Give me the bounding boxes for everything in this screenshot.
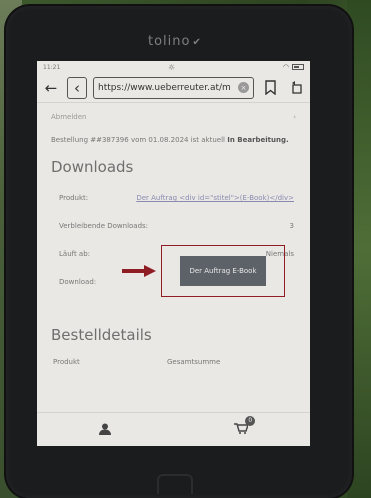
logout-link[interactable]: Abmelden › <box>51 113 296 121</box>
cart-icon[interactable]: 0 <box>234 415 256 438</box>
expires-label: Läuft ab: <box>59 250 91 258</box>
remaining-label: Verbleibende Downloads: <box>59 222 149 230</box>
clear-url-icon[interactable]: × <box>238 82 249 93</box>
download-ebook-button[interactable]: Der Auftrag E-Book <box>180 256 266 286</box>
product-label: Produkt: <box>59 194 89 202</box>
status-time: 11:21 <box>43 63 61 71</box>
ereader-device: tolino ✔ 11:21 ☼ ◠ ← ‹ https://www.ueberr… <box>6 6 352 498</box>
download-label: Download: <box>59 278 97 286</box>
download-highlight-box: Der Auftrag E-Book <box>161 245 285 297</box>
status-bar: 11:21 ☼ ◠ <box>37 61 310 73</box>
refresh-icon[interactable] <box>286 77 306 99</box>
order-state: In Bearbeitung. <box>227 136 289 144</box>
url-bar[interactable]: https://www.ueberreuter.at/m × <box>93 76 254 99</box>
bookmark-icon[interactable] <box>260 77 280 99</box>
remaining-value: 3 <box>289 222 294 230</box>
details-header: Produkt Gesamtsumme <box>51 358 296 366</box>
product-link[interactable]: Der Auftrag <div id="stitel">(E-Book)</d… <box>136 194 294 202</box>
home-button[interactable] <box>157 474 193 494</box>
red-arrow-icon <box>122 265 156 277</box>
page-content: Abmelden › Bestellung ##387396 vom 01.08.… <box>37 113 310 366</box>
battery-icon <box>291 64 304 70</box>
details-col-product: Produkt <box>53 358 80 366</box>
details-col-total: Gesamtsumme <box>167 358 221 366</box>
bottom-nav: 0 <box>37 412 310 446</box>
order-number: ##387396 <box>90 136 129 144</box>
chevron-icon: › <box>293 113 296 121</box>
account-icon[interactable] <box>98 420 111 439</box>
downloads-title: Downloads <box>51 158 134 176</box>
wifi-icon: ◠ <box>282 63 289 71</box>
brand-logo: tolino ✔ <box>148 34 202 49</box>
product-row: Produkt: Der Auftrag <div id="stitel">(E… <box>51 184 296 212</box>
order-info: Bestellung ##387396 vom 01.08.2024 ist a… <box>51 136 289 144</box>
cart-badge: 0 <box>245 415 256 426</box>
brightness-icon[interactable]: ☼ <box>168 63 175 72</box>
url-text[interactable]: https://www.ueberreuter.at/m <box>98 83 235 93</box>
browser-toolbar: ← ‹ https://www.ueberreuter.at/m × <box>37 73 310 103</box>
details-title: Bestelldetails <box>51 326 152 344</box>
ereader-screen: 11:21 ☼ ◠ ← ‹ https://www.ueberreuter.at… <box>37 61 310 446</box>
chevron-left-icon[interactable]: ‹ <box>67 76 87 99</box>
remaining-downloads-row: Verbleibende Downloads: 3 <box>51 212 296 240</box>
back-arrow-icon[interactable]: ← <box>41 77 61 99</box>
